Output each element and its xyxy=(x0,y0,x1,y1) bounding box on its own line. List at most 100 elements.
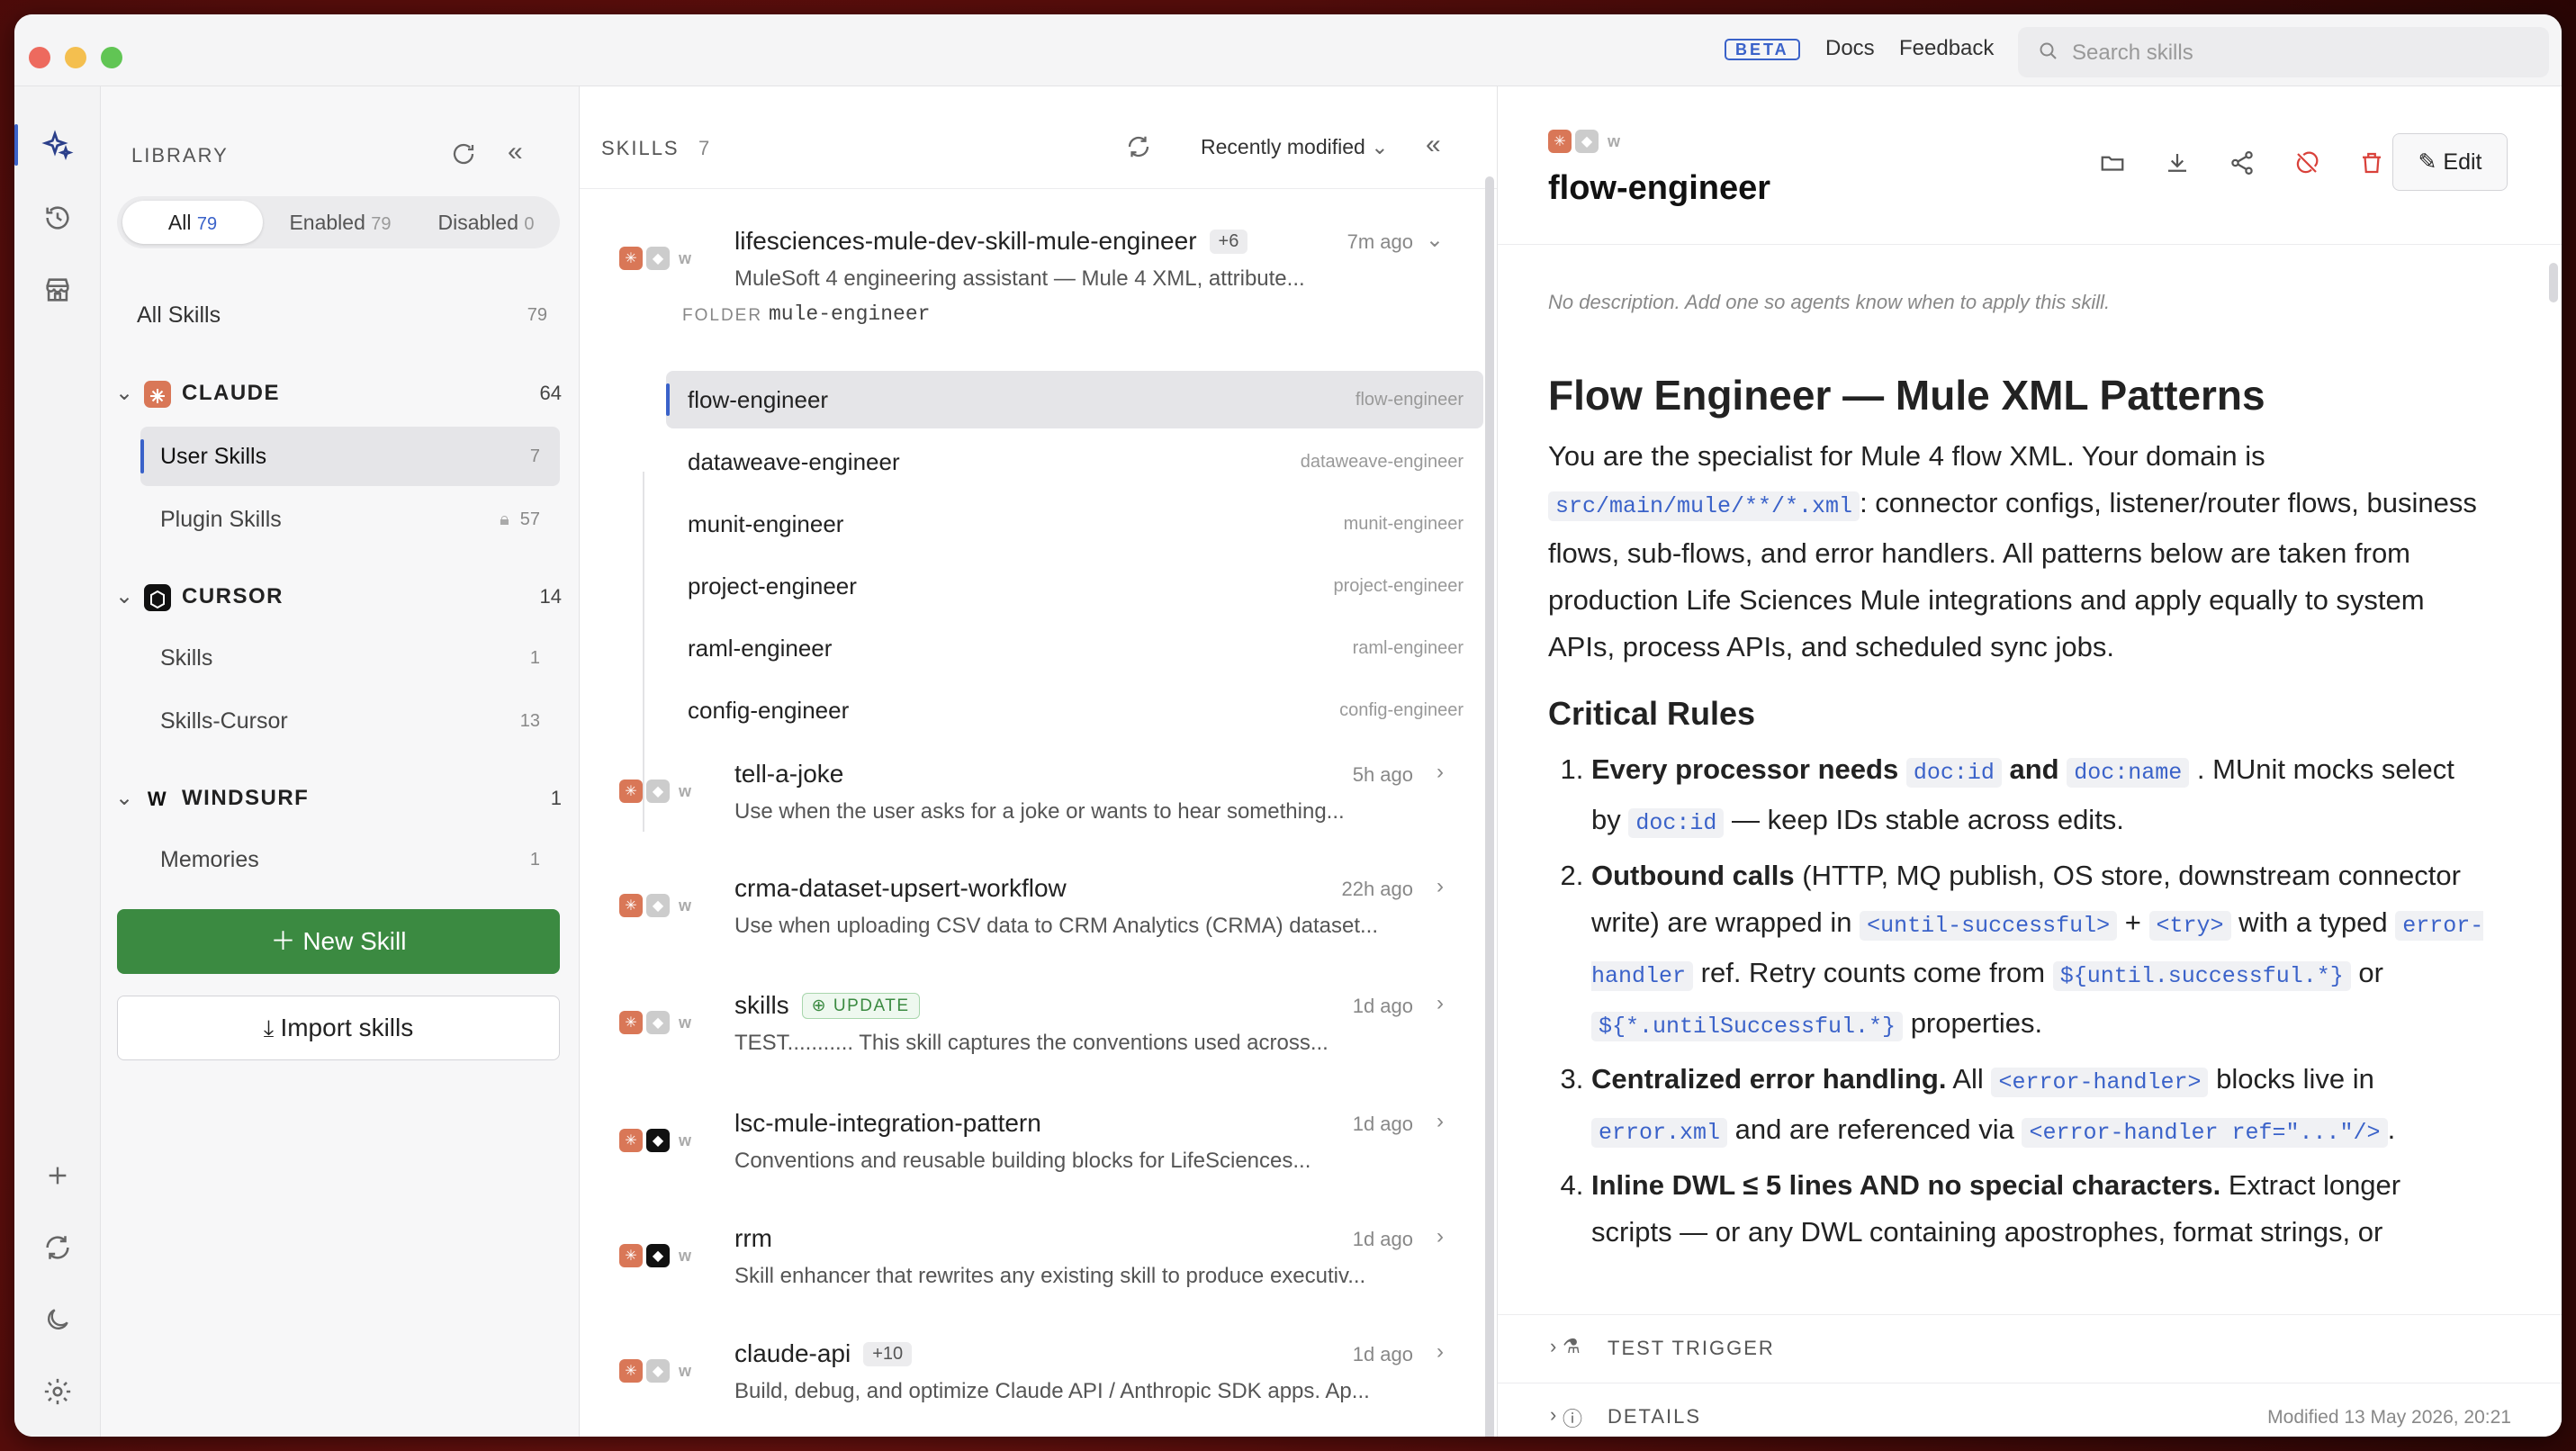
skill-time: 5h ago xyxy=(1352,763,1413,786)
icon-rail xyxy=(14,86,101,1437)
refresh-icon[interactable] xyxy=(450,140,477,172)
moon-icon[interactable] xyxy=(36,1298,79,1341)
skill-title: crma-dataset-upsert-workflow xyxy=(734,874,1067,902)
chevron-down-icon: ⌄ xyxy=(115,381,135,405)
list-item[interactable]: ✳ ◆ w rrm Skill enhancer that rewrites any… xyxy=(580,1213,1480,1312)
all-skills-item[interactable]: All Skills 79 xyxy=(117,286,560,344)
sync-icon[interactable] xyxy=(36,1226,79,1269)
windsurf-logo-icon: w xyxy=(678,1361,691,1380)
count-chip: +10 xyxy=(863,1342,913,1366)
chevron-right-icon[interactable]: › xyxy=(1437,991,1444,1016)
chevron-down-icon: ⌄ xyxy=(115,584,135,608)
refresh-icon[interactable] xyxy=(1125,133,1152,165)
sidebar-item-plugin-skills[interactable]: Plugin Skills 🔒︎ 57 xyxy=(140,490,560,549)
skill-time: 22h ago xyxy=(1341,878,1413,900)
maximize-window-button[interactable] xyxy=(101,47,122,68)
detail-scrollbar[interactable] xyxy=(2549,263,2558,302)
sidebar-item-user-skills[interactable]: User Skills 7 xyxy=(140,427,560,486)
list-item[interactable]: ✳ ◆ w crma-dataset-upsert-workflow Use whe… xyxy=(580,863,1480,962)
download-icon[interactable] xyxy=(2157,142,2198,184)
filter-disabled[interactable]: Disabled 0 xyxy=(418,201,554,244)
feedback-link[interactable]: Feedback xyxy=(1899,36,1994,61)
cursor-logo-icon: ◆ xyxy=(646,1129,670,1152)
add-icon[interactable] xyxy=(36,1154,79,1197)
details-section[interactable]: › ⓘ DETAILS Modified 13 May 2026, 20:21 xyxy=(1498,1383,2562,1437)
chevron-right-icon[interactable]: › xyxy=(1437,1339,1444,1365)
list-scrollbar[interactable] xyxy=(1485,176,1494,1437)
skill-title: lifesciences-mule-dev-skill-mule-enginee… xyxy=(734,227,1197,255)
rule-item: Outbound calls (HTTP, MQ publish, OS sto… xyxy=(1591,852,2484,1050)
claude-logo-icon: ✳ xyxy=(619,1011,643,1034)
share-icon[interactable] xyxy=(2221,142,2263,184)
child-skill-item[interactable]: dataweave-engineer dataweave-engineer xyxy=(666,433,1483,491)
list-item[interactable]: ✳ ◆ w skills ⊕ UPDATE TEST........... This … xyxy=(580,980,1480,1079)
list-item[interactable]: ✳ ◆ w lifesciences-mule-dev-skill-mule-eng… xyxy=(580,216,1480,342)
skill-description: MuleSoft 4 engineering assistant — Mule … xyxy=(734,266,1305,291)
list-item[interactable]: ✳ ◆ w claude-api +10 Build, debug, and opti… xyxy=(580,1329,1480,1428)
skill-title: lsc-mule-integration-pattern xyxy=(734,1109,1041,1137)
no-description-note: No description. Add one so agents know w… xyxy=(1548,291,2111,313)
collapse-sidebar-icon[interactable]: « xyxy=(508,137,523,167)
group-windsurf[interactable]: ⌄ W WINDSURF 1 xyxy=(113,776,563,821)
new-skill-button[interactable]: ＋ New Skill xyxy=(117,909,560,974)
import-skills-button[interactable]: ⤓ Import skills xyxy=(117,996,560,1060)
chevron-right-icon[interactable]: › xyxy=(1437,874,1444,899)
skill-description: Conventions and reusable building blocks… xyxy=(734,1149,1311,1173)
skills-header-label: SKILLS xyxy=(601,137,680,159)
minimize-window-button[interactable] xyxy=(65,47,86,68)
chevron-right-icon[interactable]: › xyxy=(1437,760,1444,785)
rule-item: Every processor needs doc:id and doc:nam… xyxy=(1591,746,2484,847)
search-input[interactable]: Search skills xyxy=(2018,27,2549,77)
trash-icon[interactable] xyxy=(2351,142,2392,184)
edit-button[interactable]: ✎ Edit xyxy=(2392,133,2508,191)
disable-icon[interactable] xyxy=(2286,142,2328,184)
child-skill-item[interactable]: project-engineer project-engineer xyxy=(666,557,1483,615)
info-icon: ⓘ xyxy=(1563,1408,1583,1430)
filter-all[interactable]: All 79 xyxy=(122,201,263,244)
skill-description: Use when the user asks for a joke or wan… xyxy=(734,799,1345,824)
cursor-logo-icon xyxy=(144,584,171,611)
agent-icons: ✳ ◆ w xyxy=(1548,130,1626,153)
sidebar-item-memories[interactable]: Memories 1 xyxy=(140,830,560,889)
cursor-logo-icon: ◆ xyxy=(1575,130,1599,153)
pencil-icon: ✎ xyxy=(2418,149,2444,175)
agent-icons: ✳ ◆ w xyxy=(619,247,697,270)
chevron-right-icon[interactable]: › xyxy=(1437,1109,1444,1134)
child-skill-item[interactable]: raml-engineer raml-engineer xyxy=(666,619,1483,677)
sparkle-icon[interactable] xyxy=(36,124,79,167)
windsurf-logo-icon: w xyxy=(678,1246,691,1265)
skill-time: 1d ago xyxy=(1352,1113,1413,1135)
settings-gear-icon[interactable] xyxy=(36,1370,79,1413)
history-icon[interactable] xyxy=(36,196,79,239)
folder-open-icon[interactable] xyxy=(2092,142,2133,184)
list-item[interactable]: ✳ ◆ w lsc-mule-integration-pattern Convent… xyxy=(580,1098,1480,1197)
group-claude[interactable]: ⌄ CLAUDE 64 xyxy=(113,371,563,416)
list-item[interactable]: ✳ ◆ w tell-a-joke Use when the user asks f… xyxy=(580,749,1480,848)
agent-icons: ✳ ◆ w xyxy=(619,1011,697,1034)
detail-title: flow-engineer xyxy=(1548,169,1771,207)
chevron-down-icon[interactable]: ⌄ xyxy=(1426,227,1444,253)
child-skill-item[interactable]: config-engineer config-engineer xyxy=(666,681,1483,739)
sidebar-item-cursor-skills[interactable]: Skills 1 xyxy=(140,628,560,688)
child-skill-item[interactable]: flow-engineer flow-engineer xyxy=(666,371,1483,428)
modified-timestamp: Modified 13 May 2026, 20:21 xyxy=(2267,1407,2511,1428)
agent-icons: ✳ ◆ w xyxy=(619,1359,697,1383)
store-icon[interactable] xyxy=(36,268,79,311)
active-indicator xyxy=(14,124,18,166)
test-trigger-section[interactable]: › ⚗ TEST TRIGGER xyxy=(1498,1314,2562,1383)
search-placeholder: Search skills xyxy=(2072,41,2193,65)
sidebar-item-skills-cursor[interactable]: Skills-Cursor 13 xyxy=(140,691,560,751)
chevron-right-icon[interactable]: › xyxy=(1437,1224,1444,1249)
claude-logo-icon: ✳ xyxy=(619,780,643,803)
folder-name: mule-engineer xyxy=(769,302,931,326)
collapse-list-icon[interactable]: « xyxy=(1426,130,1441,160)
cursor-logo-icon: ◆ xyxy=(646,780,670,803)
docs-link[interactable]: Docs xyxy=(1825,36,1875,61)
close-window-button[interactable] xyxy=(29,47,50,68)
filter-enabled[interactable]: Enabled 79 xyxy=(266,201,414,244)
group-cursor[interactable]: ⌄ CURSOR 14 xyxy=(113,574,563,619)
sort-dropdown[interactable]: Recently modified ⌄ xyxy=(1201,135,1388,159)
child-skill-item[interactable]: munit-engineer munit-engineer xyxy=(666,495,1483,553)
skills-list-header: SKILLS 7 Recently modified ⌄ « xyxy=(580,86,1497,189)
skill-time: 7m ago xyxy=(1347,230,1413,253)
